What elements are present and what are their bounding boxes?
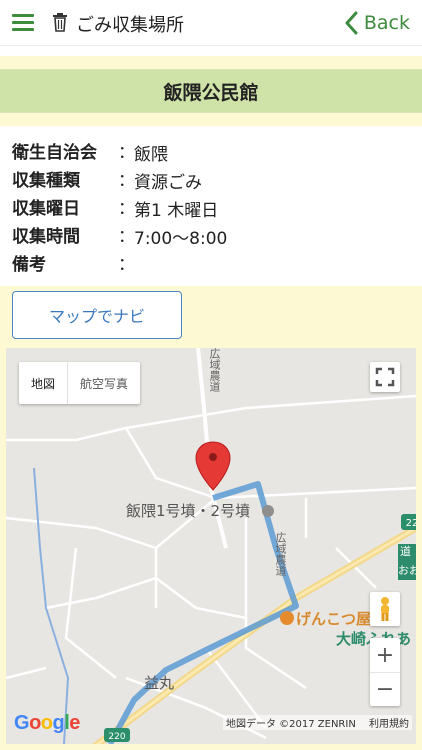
map-roads: 22 220 (6, 348, 416, 744)
map-label-right-1: 道 (400, 545, 411, 558)
zoom-out-button[interactable]: − (370, 672, 400, 706)
hamburger-menu-icon[interactable] (12, 14, 34, 32)
info-value: 飯隈 (134, 145, 168, 165)
fullscreen-button[interactable] (370, 362, 400, 392)
info-row-day: 収集曜日 ： 第1 木曜日 (12, 194, 412, 222)
map-label-village: 益丸 (144, 674, 175, 692)
map-type-map[interactable]: 地図 (19, 362, 67, 404)
svg-text:22: 22 (406, 518, 416, 529)
map-road-label-1: 広域農道 (208, 348, 221, 392)
map-attribution: 地図データ ©2017 ZENRIN 利用規約 (222, 715, 412, 730)
back-label: Back (363, 12, 410, 34)
map-view[interactable]: 22 220 飯隈1号墳・2号墳 げんこつ屋 大崎ふれあ 益丸 道 おお 広域農… (6, 348, 416, 744)
info-label: 備考 (12, 255, 46, 275)
terms-link[interactable]: 利用規約 (369, 719, 409, 730)
place-name: 飯隈公民館 (163, 81, 259, 104)
street-view-button[interactable] (370, 592, 400, 626)
info-colon: ： (118, 143, 135, 163)
page-title: ごみ収集場所 (76, 15, 184, 36)
map-label-landmark: 飯隈1号墳・2号墳 (126, 502, 251, 520)
map-frame: 22 220 飯隈1号墳・2号墳 げんこつ屋 大崎ふれあ 益丸 道 おお 広域農… (0, 344, 422, 750)
trash-icon (53, 13, 67, 32)
info-colon: ： (118, 199, 135, 219)
map-type-satellite[interactable]: 航空写真 (67, 362, 140, 404)
collection-info: 衛生自治会 ： 飯隈 収集種類 ： 資源ごみ 収集曜日 ： 第1 木曜日 収集時… (12, 138, 412, 278)
cream-divider-middle (0, 113, 422, 126)
info-value: 7:00〜8:00 (134, 229, 228, 249)
chevron-left-icon (345, 11, 358, 35)
info-row-notes: 備考 ： (12, 250, 412, 278)
info-colon: ： (118, 227, 135, 247)
info-value: 資源ごみ (134, 173, 202, 193)
app-header: ごみ収集場所 Back (0, 0, 422, 46)
svg-text:220: 220 (108, 732, 125, 742)
info-label: 衛生自治会 (12, 143, 97, 163)
zoom-controls: + − (370, 638, 400, 706)
info-row-time: 収集時間 ： 7:00〜8:00 (12, 222, 412, 250)
fullscreen-icon (375, 367, 395, 387)
google-logo: Google (14, 712, 80, 734)
info-colon: ： (118, 255, 135, 275)
map-navigate-button[interactable]: マップでナビ (12, 291, 182, 339)
map-type-toggle: 地図 航空写真 (19, 362, 141, 404)
info-row-type: 収集種類 ： 資源ごみ (12, 166, 412, 194)
pegman-icon (381, 597, 389, 621)
info-label: 収集曜日 (12, 199, 80, 219)
info-colon: ： (118, 171, 135, 191)
map-data-credit: 地図データ ©2017 ZENRIN (225, 719, 356, 730)
map-label-restaurant: げんこつ屋 (296, 610, 372, 628)
map-label-right-2: おお (398, 564, 416, 577)
info-label: 収集時間 (12, 227, 80, 247)
info-label: 収集種類 (12, 171, 80, 191)
info-value: 第1 木曜日 (134, 201, 219, 221)
place-name-bar: 飯隈公民館 (0, 69, 422, 113)
info-row-association: 衛生自治会 ： 飯隈 (12, 138, 412, 166)
zoom-in-button[interactable]: + (370, 638, 400, 672)
cream-divider-top (0, 56, 422, 69)
back-button[interactable]: Back (344, 8, 410, 38)
map-road-label-2: 広域農道 (274, 532, 287, 576)
